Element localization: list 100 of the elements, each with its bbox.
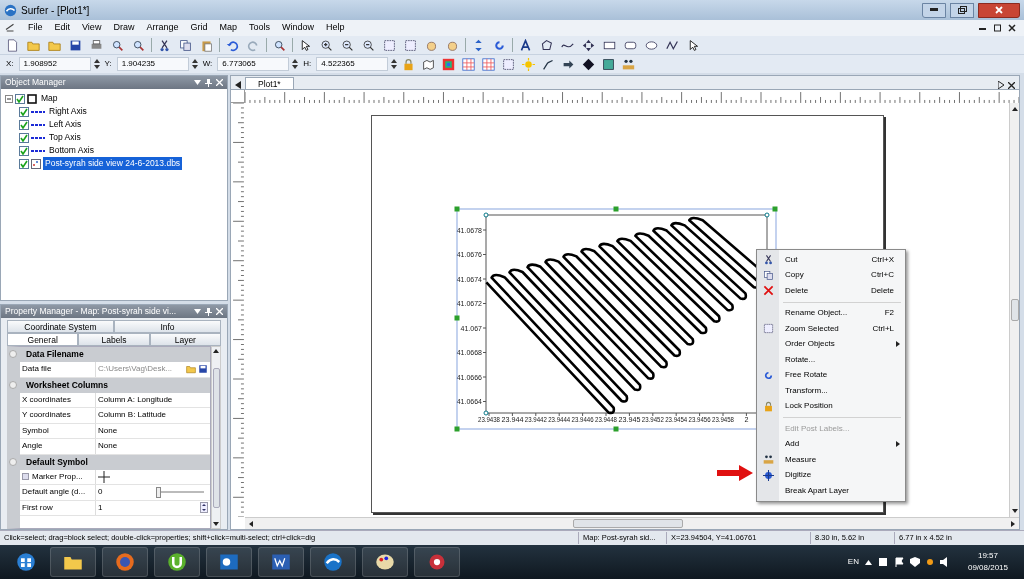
visibility-checkbox[interactable] [15,93,25,104]
menu-item[interactable]: Order Objects [779,336,896,352]
property-tab[interactable]: General [7,333,79,346]
position-field[interactable]: 1.904235 [116,57,189,71]
menu-item[interactable]: Cut Ctrl+X [779,252,900,268]
mail-taskbar-button[interactable] [206,547,252,577]
selection-handle[interactable] [454,206,460,212]
tree-item[interactable]: Left Axis [47,118,84,131]
selection-handle[interactable] [454,315,460,321]
corner-handle[interactable] [483,410,489,416]
scrollbar-thumb[interactable] [212,367,220,508]
slider-thumb[interactable] [156,486,161,498]
tree-item[interactable]: Right Axis [47,105,89,118]
menu-item[interactable]: Rename Object... F2 [779,305,900,321]
menu-item[interactable]: Arrange [145,21,180,35]
menu-item[interactable]: Grid [189,21,209,35]
record-taskbar-button[interactable] [414,547,460,577]
close-button[interactable] [978,2,1020,18]
tree-item[interactable]: Bottom Axis [47,144,96,157]
selection-handle[interactable] [613,206,619,212]
tree-item[interactable]: Post-syrah side view 24-6-2013.dbs [43,157,183,170]
palette-taskbar-button[interactable] [362,547,408,577]
tree-item[interactable]: Map [39,92,60,105]
position-field[interactable]: 1.908952 [18,57,91,71]
position-field[interactable]: 4.522365 [316,57,389,71]
corner-handle[interactable] [764,212,770,218]
document-taskbar-button[interactable] [258,547,304,577]
palette-icon [375,552,395,572]
maximize-button[interactable] [950,2,974,18]
arrow-icon [717,465,753,481]
menu-item[interactable]: Add [779,436,896,452]
menu-item[interactable]: Lock Position [779,398,900,414]
visibility-checkbox[interactable] [19,145,29,156]
spin-arrows-icon [93,59,100,69]
folder-taskbar-button[interactable] [50,547,96,577]
horizontal-scrollbar[interactable] [245,517,1019,529]
grid-icon [482,57,496,71]
property-tab[interactable]: Labels [78,333,150,346]
menu-item[interactable]: Rotate... [779,352,900,368]
menu-item[interactable]: File [27,21,44,35]
tree-item[interactable]: Top Axis [47,131,83,144]
shield-icon [909,557,920,567]
speaker-icon [939,557,950,567]
menu-item[interactable]: Copy Ctrl+C [779,267,900,283]
slider-track[interactable] [156,486,204,498]
menu-item[interactable]: Window [281,21,315,35]
collapse-circle-icon [9,380,17,389]
selection-handle[interactable] [613,426,619,432]
menu-item[interactable]: Break Apart Layer [779,483,900,499]
menu-item[interactable]: Free Rotate [779,367,900,383]
minimize-button[interactable] [922,2,946,18]
menu-item[interactable]: Delete Delete [779,283,900,299]
visibility-checkbox[interactable] [19,132,29,143]
vertical-scrollbar[interactable] [211,346,221,529]
menu-item[interactable]: View [81,21,103,35]
property-value[interactable]: Column B: Latitude [98,409,167,422]
menu-item[interactable]: Draw [112,21,136,35]
expander[interactable] [5,94,13,103]
close-icon [216,79,223,86]
window-title: Surfer - [Plot1*] [21,3,90,18]
copy-icon [179,38,192,52]
visibility-checkbox[interactable] [19,119,29,130]
selection-handle[interactable] [454,426,460,432]
position-field[interactable]: 6.773065 [217,57,290,71]
menu-item[interactable]: Help [325,21,346,35]
menu-item[interactable]: Tools [247,21,271,35]
visibility-checkbox[interactable] [19,106,29,117]
property-value[interactable]: Column A: Longitude [98,393,173,406]
globe-taskbar-button[interactable] [102,547,148,577]
property-value[interactable]: C:\Users\Vag\Desk... [98,363,184,376]
property-tab[interactable]: Coordinate System [7,320,114,333]
property-value[interactable]: None [98,440,118,453]
property-value[interactable]: 0 [98,486,154,499]
property-value[interactable]: 1 [98,501,198,514]
menu-item[interactable]: Digitize [779,467,900,483]
vertical-scrollbar[interactable] [1009,103,1019,517]
scrollbar-thumb[interactable] [1010,299,1019,321]
corner-handle[interactable] [483,212,489,218]
menu-item[interactable]: Map [218,21,238,35]
menu-item[interactable]: Zoom Selected Ctrl+L [779,321,900,337]
swirl-taskbar-button[interactable] [310,547,356,577]
menu-item[interactable]: Measure [779,452,900,468]
menu-item[interactable]: Edit [53,21,72,35]
scrollbar-thumb[interactable] [573,519,683,528]
visibility-checkbox[interactable] [19,158,29,169]
start-icon [16,552,36,572]
field-label: Y: [103,58,113,70]
grid-button[interactable] [460,55,478,73]
swirl-icon [323,552,343,572]
property-value[interactable]: None [98,424,118,437]
property-tab[interactable]: Info [114,320,221,333]
selection-handle[interactable] [772,206,778,212]
pointer-icon [687,38,700,52]
plus-marker-icon [98,470,110,483]
menu-item[interactable]: Transform... [779,383,900,399]
submenu-arrow-icon [896,441,900,448]
property-tab[interactable]: Layer [149,333,221,346]
document-tab[interactable]: Plot1* [245,77,294,89]
grid-button[interactable] [480,55,498,73]
scroll-up-icon [1011,107,1018,111]
